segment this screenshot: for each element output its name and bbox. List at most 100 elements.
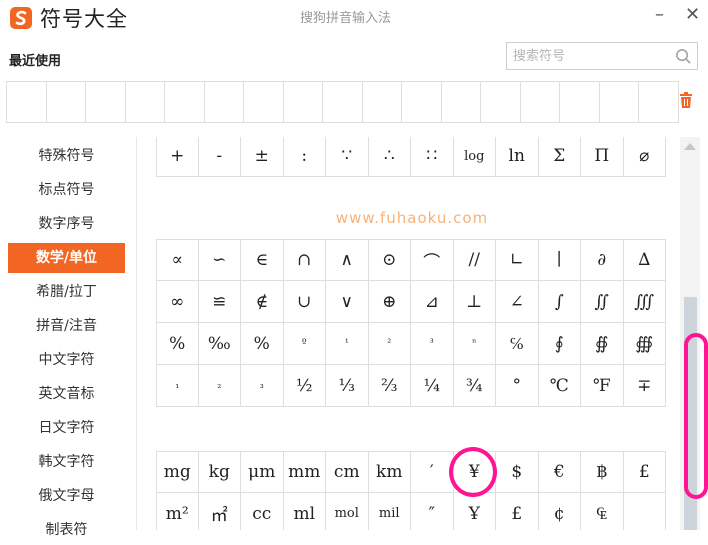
symbol-cell[interactable]: ∯	[581, 323, 624, 365]
recent-symbol-slot[interactable]	[282, 81, 323, 123]
symbol-cell[interactable]: ∆	[623, 239, 666, 281]
symbol-cell[interactable]: cm	[326, 451, 369, 493]
symbol-cell[interactable]: ∠	[496, 281, 539, 323]
recent-symbol-slot[interactable]	[124, 81, 165, 123]
category-item[interactable]: 拼音/注音	[8, 311, 125, 341]
symbol-cell[interactable]: ∰	[623, 323, 666, 365]
recent-symbol-slot[interactable]	[480, 81, 521, 123]
symbol-cell[interactable]: ⌒	[411, 239, 454, 281]
symbol-cell[interactable]: ∪	[283, 281, 326, 323]
symbol-cell[interactable]: ∂	[581, 239, 624, 281]
symbol-cell[interactable]: ∟	[496, 239, 539, 281]
recent-symbol-slot[interactable]	[85, 81, 126, 123]
symbol-cell[interactable]: ∽	[198, 239, 241, 281]
recent-symbol-slot[interactable]	[401, 81, 442, 123]
trash-icon[interactable]	[679, 92, 693, 108]
symbol-cell[interactable]: ₃	[241, 365, 284, 407]
symbol-cell[interactable]: Π	[581, 137, 624, 177]
symbol-cell[interactable]: ∩	[283, 239, 326, 281]
minimize-button[interactable]: –	[655, 4, 664, 25]
symbol-cell[interactable]: ㎡	[199, 493, 241, 530]
symbol-cell[interactable]: ¹	[326, 323, 369, 365]
symbol-cell[interactable]: ∬	[581, 281, 624, 323]
symbol-cell[interactable]: ₠	[581, 493, 624, 530]
symbol-cell[interactable]: ℃	[538, 365, 581, 407]
symbol-cell[interactable]: //	[453, 239, 496, 281]
symbol-cell[interactable]: ∵	[326, 137, 369, 177]
symbol-cell[interactable]: +	[156, 137, 199, 177]
symbol-cell[interactable]: Ұ	[454, 493, 496, 530]
symbol-cell[interactable]: ₂	[198, 365, 241, 407]
symbol-cell[interactable]: ∭	[623, 281, 666, 323]
symbol-cell[interactable]: ∉	[241, 281, 284, 323]
symbol-cell[interactable]: ∴	[368, 137, 411, 177]
recent-symbol-slot[interactable]	[164, 81, 205, 123]
symbol-cell[interactable]: ⅓	[326, 365, 369, 407]
symbol-cell[interactable]: £	[496, 493, 539, 530]
symbol-cell[interactable]: kg	[198, 451, 241, 493]
symbol-cell[interactable]: ¾	[453, 365, 496, 407]
symbol-cell[interactable]: ⊙	[368, 239, 411, 281]
symbol-cell[interactable]: ml	[284, 493, 326, 530]
symbol-cell[interactable]: ¥	[453, 451, 496, 493]
category-item[interactable]: 制表符	[8, 515, 125, 545]
category-item[interactable]: 特殊符号	[8, 141, 125, 171]
symbol-cell[interactable]: ′	[411, 451, 454, 493]
symbol-cell[interactable]: ½	[283, 365, 326, 407]
symbol-cell[interactable]: ∝	[156, 239, 199, 281]
symbol-cell[interactable]: ₁	[156, 365, 199, 407]
symbol-cell[interactable]: %	[156, 323, 199, 365]
symbol-cell[interactable]: ∨	[326, 281, 369, 323]
category-item[interactable]: 标点符号	[8, 175, 125, 205]
recent-symbol-slot[interactable]	[598, 81, 639, 123]
symbol-cell[interactable]: ∓	[623, 365, 666, 407]
recent-symbol-slot[interactable]	[203, 81, 244, 123]
symbol-cell[interactable]: ∮	[538, 323, 581, 365]
symbol-cell[interactable]: ²	[368, 323, 411, 365]
symbol-cell[interactable]: ⊕	[368, 281, 411, 323]
symbol-cell[interactable]: ³	[411, 323, 454, 365]
category-item[interactable]: 希腊/拉丁	[8, 277, 125, 307]
recent-symbol-slot[interactable]	[638, 81, 679, 123]
recent-symbol-slot[interactable]	[45, 81, 86, 123]
symbol-cell[interactable]: ∞	[156, 281, 199, 323]
category-item[interactable]: 数学/单位	[8, 243, 125, 273]
category-item[interactable]: 日文字符	[8, 413, 125, 443]
symbol-cell[interactable]: ℅	[496, 323, 539, 365]
close-button[interactable]: ✕	[685, 4, 700, 25]
scroll-up-arrow-icon[interactable]	[684, 143, 696, 150]
symbol-cell[interactable]: º	[283, 323, 326, 365]
recent-symbol-slot[interactable]	[322, 81, 363, 123]
symbol-cell[interactable]: mg	[156, 451, 199, 493]
scrollbar-thumb[interactable]	[684, 297, 697, 530]
category-item[interactable]: 英文音标	[8, 379, 125, 409]
symbol-cell[interactable]: mm	[283, 451, 326, 493]
category-item[interactable]: 数字序号	[8, 209, 125, 239]
vertical-scrollbar[interactable]	[680, 137, 700, 530]
symbol-cell[interactable]: ℉	[581, 365, 624, 407]
search-icon[interactable]	[675, 48, 692, 65]
recent-symbol-slot[interactable]	[243, 81, 284, 123]
recent-symbol-slot[interactable]	[361, 81, 402, 123]
symbol-cell[interactable]: mil	[369, 493, 411, 530]
symbol-cell[interactable]: ∧	[326, 239, 369, 281]
symbol-cell[interactable]: km	[368, 451, 411, 493]
symbol-cell[interactable]: Σ	[538, 137, 581, 177]
search-input[interactable]	[513, 47, 673, 65]
symbol-cell[interactable]: m²	[156, 493, 199, 530]
category-item[interactable]: 中文字符	[8, 345, 125, 375]
symbol-cell[interactable]: ∈	[241, 239, 284, 281]
symbol-cell[interactable]: $	[496, 451, 539, 493]
symbol-cell[interactable]: €	[538, 451, 581, 493]
symbol-cell[interactable]: £	[623, 451, 666, 493]
symbol-cell[interactable]: ″	[411, 493, 454, 530]
search-box[interactable]	[506, 42, 698, 70]
symbol-cell[interactable]: ⌀	[623, 137, 666, 177]
symbol-cell[interactable]: -	[198, 137, 241, 177]
symbol-cell[interactable]: ⊥	[453, 281, 496, 323]
category-item[interactable]: 俄文字母	[8, 481, 125, 511]
symbol-cell[interactable]: ≌	[198, 281, 241, 323]
symbol-cell[interactable]: ¼	[411, 365, 454, 407]
symbol-cell[interactable]: ⁿ	[453, 323, 496, 365]
recent-symbol-slot[interactable]	[559, 81, 600, 123]
